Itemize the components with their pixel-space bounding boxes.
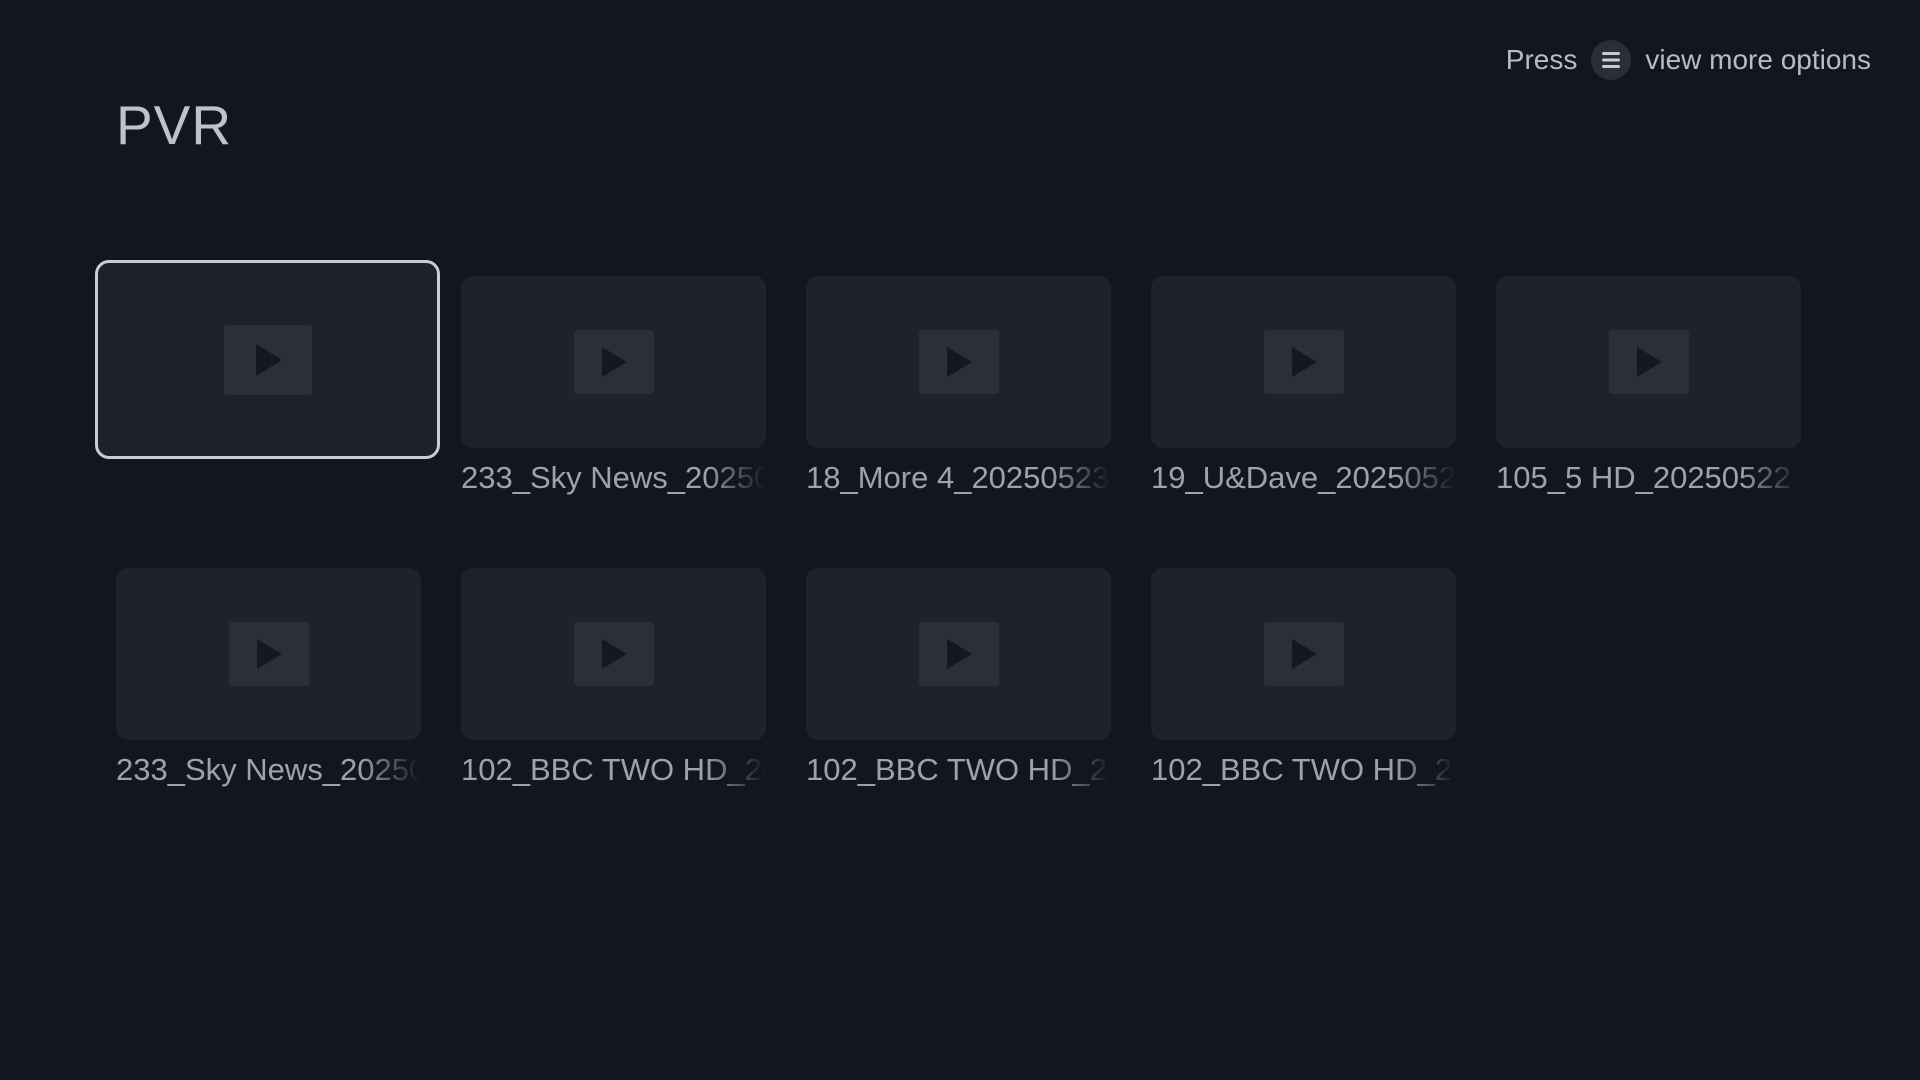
recording-thumbnail[interactable] [1496,276,1801,448]
recording-thumbnail[interactable] [806,568,1111,740]
recording-tile[interactable]: 19_U&Dave_20250522 [1151,276,1456,496]
recording-thumbnail[interactable] [1151,568,1456,740]
recording-label: 105_5 HD_20250522 [1496,460,1791,495]
play-icon [1263,622,1344,686]
play-icon [918,622,999,686]
play-icon [573,330,654,394]
recording-thumbnail[interactable] [116,568,421,740]
recording-thumbnail[interactable] [1151,276,1456,448]
recording-label: 233_Sky News_2025052 [461,460,766,495]
play-icon [573,622,654,686]
play-icon [228,622,309,686]
recording-label: 18_More 4_20250523 [806,460,1110,495]
recording-thumbnail[interactable] [95,260,440,459]
play-icon [1263,330,1344,394]
recording-tile[interactable]: 105_5 HD_20250522 [1496,276,1801,496]
recording-thumbnail[interactable] [461,568,766,740]
recording-tile[interactable]: /r 49_4seven_2 [95,260,440,469]
recording-label: 233_Sky News_2025052 [116,752,421,787]
recording-tile[interactable]: 102_BBC TWO HD_2025 [461,568,766,788]
play-icon [1608,330,1689,394]
recording-tile[interactable]: 233_Sky News_2025052 [116,568,421,788]
play-icon [223,324,312,395]
recording-label: 102_BBC TWO HD_2025 [806,752,1111,787]
recording-tile[interactable]: 102_BBC TWO HD_2025 [806,568,1111,788]
recording-label: 102_BBC TWO HD_2025 [1151,752,1456,787]
recording-thumbnail[interactable] [461,276,766,448]
recording-tile[interactable]: 233_Sky News_2025052 [461,276,766,496]
recording-tile[interactable]: 18_More 4_20250523 [806,276,1111,496]
recording-label: 19_U&Dave_20250522 [1151,460,1456,495]
recording-thumbnail[interactable] [806,276,1111,448]
recording-label: 102_BBC TWO HD_2025 [461,752,766,787]
recordings-grid: /r 49_4seven_2 233_Sky News_2025052 18_M… [0,0,1920,1080]
recording-tile[interactable]: 102_BBC TWO HD_2025 [1151,568,1456,788]
play-icon [918,330,999,394]
